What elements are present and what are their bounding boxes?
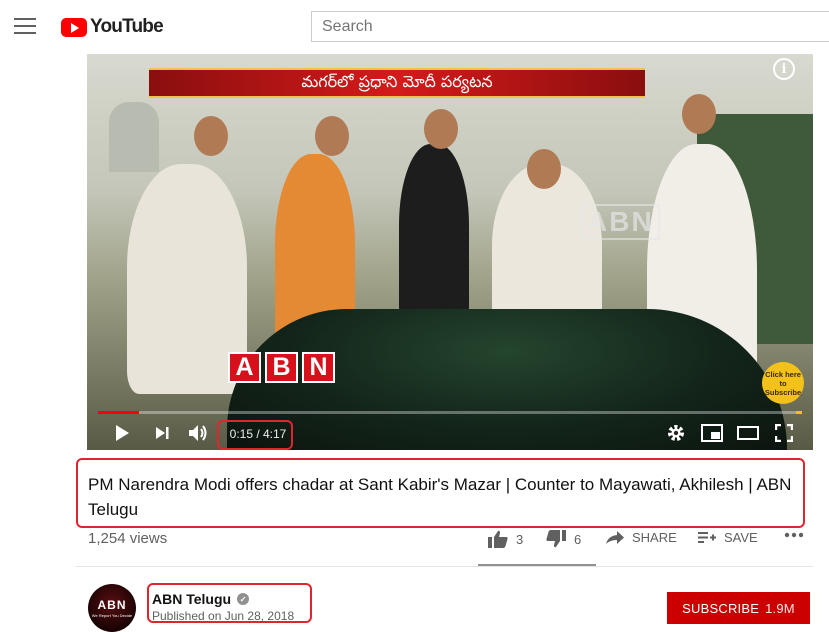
- next-icon[interactable]: [149, 420, 175, 446]
- dislike-count: 6: [574, 531, 582, 547]
- progress-bar[interactable]: [98, 411, 802, 414]
- share-button[interactable]: SHARE: [606, 530, 677, 545]
- channel-avatar[interactable]: ABN We Report You Decide: [88, 584, 136, 632]
- subscribe-button[interactable]: SUBSCRIBE 1.9M: [667, 592, 810, 624]
- more-actions-icon[interactable]: [784, 532, 804, 538]
- play-icon[interactable]: [109, 420, 135, 446]
- video-head: [194, 116, 228, 156]
- view-count: 1,254 views: [88, 530, 168, 547]
- video-frame: [87, 54, 813, 450]
- abn-logo-letter: A: [228, 352, 261, 383]
- menu-icon[interactable]: [14, 18, 36, 36]
- share-icon: [606, 530, 624, 544]
- miniplayer-icon[interactable]: [699, 420, 725, 446]
- thumbs-up-icon: [488, 530, 508, 548]
- youtube-logo[interactable]: YouTube: [61, 16, 164, 38]
- dislike-button[interactable]: 6: [546, 530, 581, 548]
- video-banner: మగర్‌లో ప్రధాని మోదీ పర్యటన: [149, 68, 645, 98]
- abn-watermark: ABN: [581, 204, 660, 240]
- subscriber-count: 1.9M: [765, 600, 795, 616]
- progress-end-marker: [796, 411, 802, 414]
- search-input[interactable]: [311, 11, 829, 42]
- video-person: [399, 144, 469, 324]
- verified-check-icon: ✓: [237, 593, 250, 605]
- add-to-playlist-icon: [698, 531, 716, 543]
- theater-mode-icon[interactable]: [735, 420, 761, 446]
- divider: [76, 566, 813, 567]
- video-head: [315, 116, 349, 156]
- like-button[interactable]: 3: [488, 530, 523, 548]
- publish-date: Published on Jun 28, 2018: [152, 609, 295, 623]
- share-label: SHARE: [632, 530, 677, 545]
- avatar-tagline: We Report You Decide: [91, 613, 133, 618]
- time-display: 0:15 / 4:17: [229, 427, 287, 441]
- abn-logo-letter: B: [265, 352, 298, 383]
- thumbs-down-icon: [546, 530, 566, 548]
- video-head: [682, 94, 716, 134]
- video-window: [109, 102, 159, 172]
- subscribe-label: SUBSCRIBE: [682, 600, 760, 616]
- click-to-subscribe-badge[interactable]: Click here to Subscribe: [762, 362, 804, 404]
- youtube-play-icon: [61, 17, 87, 37]
- channel-name-link[interactable]: ABN Telugu ✓: [152, 591, 250, 607]
- like-count: 3: [516, 531, 524, 547]
- settings-gear-icon[interactable]: [663, 420, 689, 446]
- progress-played: [98, 411, 139, 414]
- volume-icon[interactable]: [185, 420, 211, 446]
- avatar-text: ABN: [97, 598, 127, 612]
- abn-logo-letter: N: [302, 352, 335, 383]
- masthead: YouTube: [0, 0, 829, 54]
- player-controls: 0:15 / 4:17: [87, 416, 813, 450]
- abn-logo: A B N: [228, 352, 335, 383]
- video-player[interactable]: మగర్‌లో ప్రధాని మోదీ పర్యటన i ABN A B N …: [87, 54, 813, 450]
- video-title: PM Narendra Modi offers chadar at Sant K…: [88, 475, 792, 519]
- logo-text: YouTube: [90, 16, 164, 37]
- save-button[interactable]: SAVE: [698, 530, 758, 545]
- save-label: SAVE: [724, 530, 758, 545]
- fullscreen-icon[interactable]: [771, 420, 797, 446]
- video-head: [424, 109, 458, 149]
- channel-name: ABN Telugu: [152, 591, 232, 607]
- info-icon[interactable]: i: [773, 58, 795, 80]
- video-head: [527, 149, 561, 189]
